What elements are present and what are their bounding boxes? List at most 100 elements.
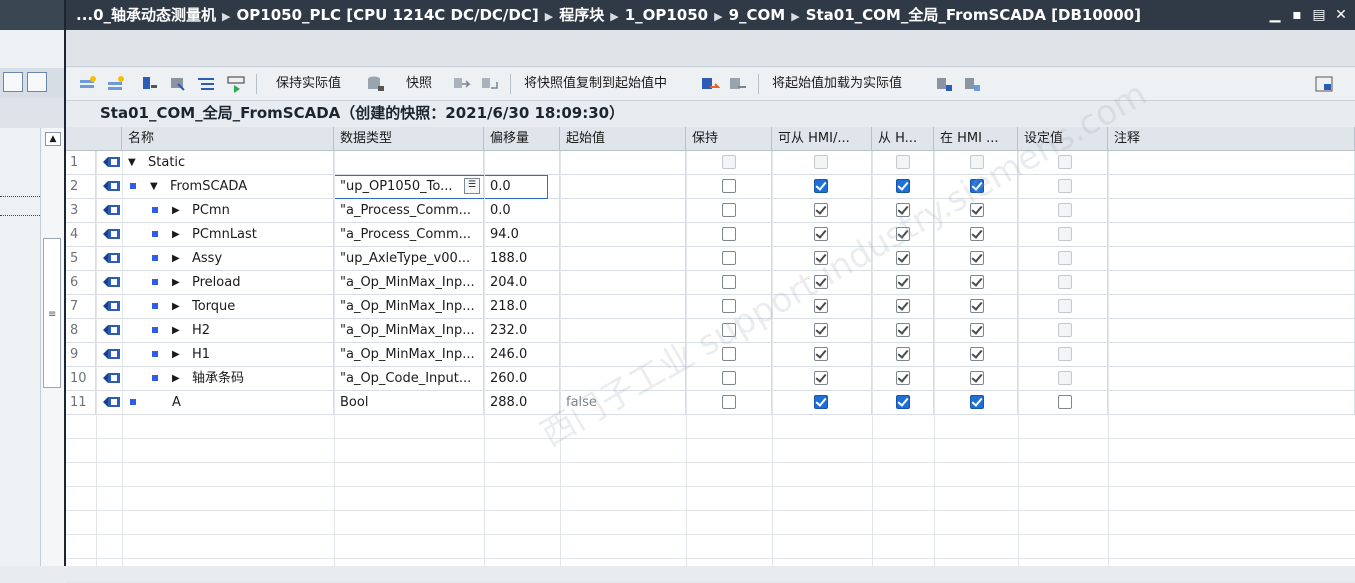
hmi3-checkbox[interactable] bbox=[970, 323, 984, 337]
comment-cell[interactable] bbox=[1108, 319, 1355, 342]
table-row[interactable]: 2 ▼ FromSCADA "up_OP1050_To... 0.0 ☰ bbox=[66, 175, 1355, 199]
start-value-cell[interactable]: false bbox=[560, 391, 686, 414]
collapsed-caret-icon[interactable]: ▶ bbox=[172, 319, 180, 342]
add-row-icon[interactable] bbox=[106, 74, 126, 94]
table-row[interactable]: 8 ▶ H2 "a_Op_MinMax_Inp... 232.0 bbox=[66, 319, 1355, 343]
hmi2-checkbox[interactable] bbox=[896, 371, 910, 385]
offset-cell[interactable] bbox=[484, 151, 560, 174]
header-hmi-visible[interactable]: 在 HMI ... bbox=[934, 127, 1018, 151]
type-browse-icon[interactable]: ☰ bbox=[464, 178, 480, 194]
breadcrumb-item[interactable]: 程序块 bbox=[559, 6, 604, 24]
maximize-icon[interactable]: ▤ bbox=[1311, 0, 1327, 30]
header-setpoint[interactable]: 设定值 bbox=[1018, 127, 1108, 151]
comment-cell[interactable] bbox=[1108, 247, 1355, 270]
name-cell[interactable]: ▶ Preload bbox=[122, 271, 334, 294]
table-row[interactable]: 5 ▶ Assy "up_AxleType_v00... 188.0 bbox=[66, 247, 1355, 271]
collapsed-caret-icon[interactable]: ▶ bbox=[172, 295, 180, 318]
start-value-cell[interactable] bbox=[560, 343, 686, 366]
hmi1-checkbox[interactable] bbox=[814, 395, 828, 409]
panel-toggle-icon[interactable] bbox=[1314, 74, 1334, 94]
header-name[interactable]: 名称 bbox=[122, 127, 334, 151]
name-cell[interactable]: ▼ FromSCADA bbox=[122, 175, 334, 198]
db-download-icon[interactable] bbox=[934, 74, 954, 94]
name-cell[interactable]: ▶ H2 bbox=[122, 319, 334, 342]
hmi2-checkbox[interactable] bbox=[896, 203, 910, 217]
name-cell[interactable]: ▶ H1 bbox=[122, 343, 334, 366]
name-cell[interactable]: ▼ Static bbox=[122, 151, 334, 174]
start-value-cell[interactable] bbox=[560, 319, 686, 342]
hmi3-checkbox[interactable] bbox=[970, 251, 984, 265]
snapshot-button[interactable]: 快照 bbox=[406, 68, 432, 100]
collapsed-caret-icon[interactable]: ▶ bbox=[172, 247, 180, 270]
hmi2-checkbox[interactable] bbox=[896, 179, 910, 193]
start-value-cell[interactable] bbox=[560, 271, 686, 294]
collapsed-caret-icon[interactable]: ▶ bbox=[172, 367, 180, 390]
header-hmi-access[interactable]: 可从 HMI/... bbox=[772, 127, 872, 151]
collapsed-caret-icon[interactable]: ▶ bbox=[172, 199, 180, 222]
close-icon[interactable]: ✕ bbox=[1333, 0, 1349, 30]
table-row[interactable]: 1 ▼ Static bbox=[66, 151, 1355, 175]
table-row[interactable]: 7 ▶ Torque "a_Op_MinMax_Inp... 218.0 bbox=[66, 295, 1355, 319]
breadcrumb-item[interactable]: 1_OP1050 bbox=[625, 6, 708, 24]
minimize-icon[interactable]: ▁ bbox=[1267, 0, 1283, 30]
hmi2-checkbox[interactable] bbox=[896, 275, 910, 289]
keep-checkbox[interactable] bbox=[722, 179, 736, 193]
hmi1-checkbox[interactable] bbox=[814, 275, 828, 289]
hmi1-checkbox[interactable] bbox=[814, 371, 828, 385]
hmi3-checkbox[interactable] bbox=[970, 275, 984, 289]
offset-cell[interactable]: 0.0 bbox=[484, 199, 560, 222]
table-row[interactable]: 3 ▶ PCmn "a_Process_Comm... 0.0 bbox=[66, 199, 1355, 223]
insert-row-icon[interactable] bbox=[78, 74, 98, 94]
start-value-cell[interactable] bbox=[560, 199, 686, 222]
offset-cell[interactable]: 260.0 bbox=[484, 367, 560, 390]
name-cell[interactable]: ▶ 轴承条码 bbox=[122, 367, 334, 390]
hmi2-checkbox[interactable] bbox=[896, 227, 910, 241]
hmi1-checkbox[interactable] bbox=[814, 203, 828, 217]
copy-snapshot-to-start-button[interactable]: 将快照值复制到起始值中 bbox=[524, 68, 667, 100]
comment-cell[interactable] bbox=[1108, 199, 1355, 222]
hmi1-checkbox[interactable] bbox=[814, 179, 828, 193]
hmi3-checkbox[interactable] bbox=[970, 395, 984, 409]
restore-icon[interactable]: ▪ bbox=[1289, 0, 1305, 30]
collapsed-caret-icon[interactable]: ▶ bbox=[172, 343, 180, 366]
keep-checkbox[interactable] bbox=[722, 395, 736, 409]
name-cell[interactable]: ▶ Assy bbox=[122, 247, 334, 270]
monitor-icon[interactable] bbox=[226, 74, 246, 94]
comment-cell[interactable] bbox=[1108, 343, 1355, 366]
hmi3-checkbox[interactable] bbox=[970, 179, 984, 193]
datatype-cell[interactable]: "a_Op_Code_Input... bbox=[334, 367, 484, 390]
drag-handle[interactable] bbox=[0, 196, 40, 216]
datatype-cell[interactable]: "a_Process_Comm... bbox=[334, 223, 484, 246]
hmi3-checkbox[interactable] bbox=[970, 371, 984, 385]
table-row[interactable]: 9 ▶ H1 "a_Op_MinMax_Inp... 246.0 bbox=[66, 343, 1355, 367]
list-view-icon[interactable] bbox=[3, 72, 23, 92]
collapsed-caret-icon[interactable]: ▶ bbox=[172, 271, 180, 294]
keep-checkbox[interactable] bbox=[722, 203, 736, 217]
keep-checkbox[interactable] bbox=[722, 323, 736, 337]
hmi2-checkbox[interactable] bbox=[896, 347, 910, 361]
datatype-cell[interactable]: "up_AxleType_v00... bbox=[334, 247, 484, 270]
offset-cell[interactable]: 94.0 bbox=[484, 223, 560, 246]
comment-cell[interactable] bbox=[1108, 271, 1355, 294]
scrollbar-thumb[interactable]: ≡ bbox=[43, 238, 61, 388]
table-row[interactable]: 11 A Bool 288.0 false bbox=[66, 391, 1355, 415]
collapse-icon[interactable] bbox=[168, 74, 188, 94]
start-value-cell[interactable] bbox=[560, 151, 686, 174]
table-row[interactable]: 10 ▶ 轴承条码 "a_Op_Code_Input... 260.0 bbox=[66, 367, 1355, 391]
header-hmi-write[interactable]: 从 H... bbox=[872, 127, 934, 151]
start-value-cell[interactable] bbox=[560, 247, 686, 270]
hmi1-checkbox[interactable] bbox=[814, 299, 828, 313]
breadcrumb-item[interactable]: OP1050_PLC [CPU 1214C DC/DC/DC] bbox=[237, 6, 539, 24]
hmi1-checkbox[interactable] bbox=[814, 251, 828, 265]
keep-checkbox[interactable] bbox=[722, 227, 736, 241]
hmi3-checkbox[interactable] bbox=[970, 347, 984, 361]
scroll-up-icon[interactable]: ▲ bbox=[45, 132, 61, 146]
name-cell[interactable]: ▶ Torque bbox=[122, 295, 334, 318]
keep-checkbox[interactable] bbox=[722, 299, 736, 313]
comment-cell[interactable] bbox=[1108, 295, 1355, 318]
start-value-cell[interactable] bbox=[560, 223, 686, 246]
datatype-cell[interactable]: "a_Op_MinMax_Inp... bbox=[334, 319, 484, 342]
hmi1-checkbox[interactable] bbox=[814, 347, 828, 361]
expanded-caret-icon[interactable]: ▼ bbox=[150, 175, 158, 198]
comment-cell[interactable] bbox=[1108, 175, 1355, 198]
